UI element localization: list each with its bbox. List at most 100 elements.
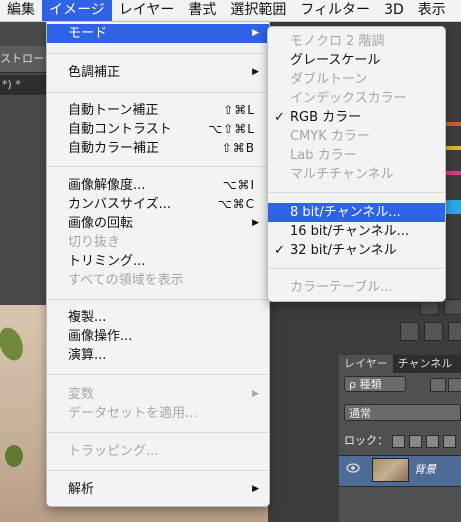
- lock-all-icon[interactable]: [443, 434, 456, 448]
- separator: [47, 92, 269, 93]
- lock-move-icon[interactable]: [426, 434, 439, 448]
- color-swatch-red: [445, 122, 461, 126]
- menu-item-auto-color[interactable]: 自動カラー補正 ⇧⌘B: [47, 139, 269, 158]
- submenu-item-label: 16 bit/チャンネル...: [290, 224, 410, 239]
- menu-item-reveal-all[interactable]: すべての領域を表示: [47, 271, 269, 290]
- menu-item-apply-dataset[interactable]: データセットを適用...: [47, 404, 269, 423]
- submenu-item-label: グレースケール: [290, 53, 381, 68]
- menu-item-analysis[interactable]: 解析 ▶: [47, 480, 269, 499]
- submenu-item-label: カラーテーブル...: [290, 280, 393, 295]
- menu-item-trim[interactable]: トリミング...: [47, 252, 269, 271]
- shortcut: ⇧⌘B: [221, 141, 255, 155]
- checkmark-icon: ✓: [274, 243, 285, 258]
- submenu-item-indexed-color[interactable]: インデックスカラー: [268, 89, 445, 108]
- document-tab-fragment[interactable]: *) *: [0, 75, 48, 95]
- adjustment-icon[interactable]: [424, 322, 443, 341]
- filter-image-icon[interactable]: [430, 378, 446, 392]
- submenu-item-label: RGB カラー: [290, 110, 362, 125]
- submenu-item-label: マルチチャンネル: [290, 167, 394, 182]
- menu-item-label: 複製...: [68, 310, 107, 325]
- visibility-eye-icon[interactable]: [344, 462, 362, 476]
- lock-row: ロック：: [344, 432, 461, 450]
- layer-filter-select[interactable]: ρ 種類: [344, 376, 406, 392]
- menu-item-calculations[interactable]: 演算...: [47, 346, 269, 365]
- adjustment-icon[interactable]: [444, 299, 461, 315]
- menu-3d[interactable]: 3D: [377, 0, 411, 21]
- menu-layer[interactable]: レイヤー: [112, 0, 182, 21]
- image-menu: モード ▶ 色調補正 ▶ 自動トーン補正 ⇧⌘L 自動コントラスト ⌥⇧⌘L 自…: [46, 22, 270, 507]
- menu-item-label: 演算...: [68, 348, 107, 363]
- submenu-item-grayscale[interactable]: グレースケール: [268, 51, 445, 70]
- menu-filter[interactable]: フィルター: [293, 0, 377, 21]
- adjustment-icon[interactable]: [448, 322, 461, 341]
- photoshop-window: 編集 イメージ レイヤー 書式 選択範囲 フィルター 3D 表示 ストローク *…: [0, 0, 461, 522]
- blend-mode-select[interactable]: 通常: [344, 404, 461, 421]
- submenu-item-duotone[interactable]: ダブルトーン: [268, 70, 445, 89]
- menu-item-apply-image[interactable]: 画像操作...: [47, 327, 269, 346]
- menu-item-variables[interactable]: 変数 ▶: [47, 385, 269, 404]
- submenu-item-label: 8 bit/チャンネル...: [290, 205, 401, 220]
- menu-item-label: モード: [68, 26, 108, 41]
- shortcut: ⌥⌘C: [217, 197, 255, 211]
- color-swatch-yellow: [445, 146, 461, 150]
- tab-channels[interactable]: チャンネル: [393, 355, 458, 373]
- submenu-item-bitmap[interactable]: モノクロ 2 階調: [268, 32, 445, 51]
- menu-view[interactable]: 表示: [411, 0, 453, 21]
- shortcut: ⇧⌘L: [223, 103, 255, 117]
- menu-item-label: トリミング...: [68, 254, 146, 269]
- submenu-item-multichannel[interactable]: マルチチャンネル: [268, 165, 445, 184]
- separator: [47, 299, 269, 300]
- color-swatch-pink: [445, 171, 461, 175]
- submenu-item-color-table[interactable]: カラーテーブル...: [268, 278, 445, 297]
- submenu-arrow-icon: ▶: [252, 218, 259, 228]
- submenu-item-label: ダブルトーン: [290, 72, 368, 87]
- menu-item-mode[interactable]: モード ▶: [47, 24, 269, 43]
- menu-item-label: 色調補正: [68, 65, 121, 80]
- menu-item-trap[interactable]: トラッピング...: [47, 442, 269, 461]
- menu-item-label: 画像の回転: [68, 216, 134, 231]
- submenu-item-rgb-color[interactable]: ✓ RGB カラー: [268, 108, 445, 127]
- menu-edit[interactable]: 編集: [0, 0, 42, 21]
- menu-bar: 編集 イメージ レイヤー 書式 選択範囲 フィルター 3D 表示: [0, 0, 461, 22]
- menu-item-label: 自動トーン補正: [68, 103, 159, 118]
- menu-item-adjustments[interactable]: 色調補正 ▶: [47, 63, 269, 82]
- layer-thumbnail[interactable]: [372, 458, 409, 482]
- submenu-item-lab-color[interactable]: Lab カラー: [268, 146, 445, 165]
- submenu-item-16bit[interactable]: 16 bit/チャンネル...: [268, 222, 445, 241]
- menu-item-duplicate[interactable]: 複製...: [47, 308, 269, 327]
- menu-type[interactable]: 書式: [181, 0, 223, 21]
- menu-item-label: 画像操作...: [68, 329, 133, 344]
- adjustment-icons-row-2: [400, 322, 461, 341]
- submenu-arrow-icon: ▶: [252, 67, 259, 77]
- layer-name[interactable]: 背景: [414, 463, 436, 477]
- menu-image[interactable]: イメージ: [42, 0, 112, 21]
- filter-adjustment-icon[interactable]: [448, 378, 461, 392]
- submenu-item-cmyk-color[interactable]: CMYK カラー: [268, 127, 445, 146]
- layers-panel-tabs: レイヤー チャンネル: [339, 355, 461, 373]
- tab-layers[interactable]: レイヤー: [339, 355, 393, 373]
- lock-brush-icon[interactable]: [409, 434, 422, 448]
- menu-select[interactable]: 選択範囲: [223, 0, 293, 21]
- menu-item-auto-tone[interactable]: 自動トーン補正 ⇧⌘L: [47, 101, 269, 120]
- submenu-arrow-icon: ▶: [252, 28, 259, 38]
- menu-item-label: すべての領域を表示: [68, 273, 184, 288]
- menu-item-canvas-size[interactable]: カンバスサイズ... ⌥⌘C: [47, 195, 269, 214]
- submenu-item-label: 32 bit/チャンネル: [290, 243, 397, 258]
- lock-transparency-icon[interactable]: [392, 434, 405, 448]
- menu-item-label: 変数: [68, 387, 95, 402]
- options-bar-fragment: ストローク: [0, 46, 46, 73]
- adjustment-icon[interactable]: [400, 322, 419, 341]
- menu-item-label: 切り抜き: [68, 235, 121, 250]
- submenu-item-8bit[interactable]: 8 bit/チャンネル...: [268, 203, 445, 222]
- menu-item-crop[interactable]: 切り抜き: [47, 233, 269, 252]
- submenu-item-32bit[interactable]: ✓ 32 bit/チャンネル: [268, 241, 445, 260]
- separator: [47, 432, 269, 433]
- color-swatch-blue: [445, 200, 461, 214]
- menu-item-image-rotation[interactable]: 画像の回転 ▶: [47, 214, 269, 233]
- shortcut: ⌥⌘I: [222, 178, 255, 192]
- shortcut: ⌥⇧⌘L: [208, 122, 255, 136]
- submenu-item-label: CMYK カラー: [290, 129, 370, 144]
- menu-item-image-size[interactable]: 画像解像度... ⌥⌘I: [47, 176, 269, 195]
- menu-item-auto-contrast[interactable]: 自動コントラスト ⌥⇧⌘L: [47, 120, 269, 139]
- menu-item-label: 自動カラー補正: [68, 141, 160, 156]
